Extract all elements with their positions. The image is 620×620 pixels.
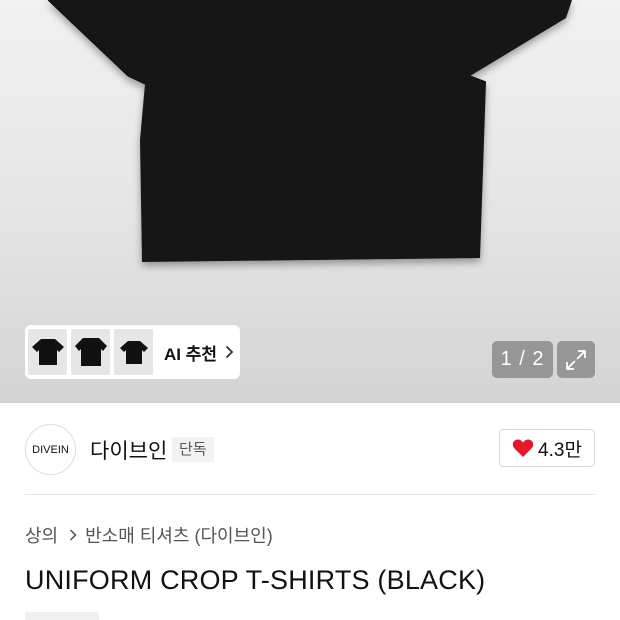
brand-row: DIVEIN 다이브인 단독 4.3만 xyxy=(0,403,620,495)
heart-icon xyxy=(512,439,534,457)
ai-recommend-strip[interactable]: AI 추천 xyxy=(25,325,240,379)
breadcrumb-subcategory[interactable]: 반소매 티셔츠 (다이브인) xyxy=(85,522,273,548)
breadcrumb: 상의 반소매 티셔츠 (다이브인) xyxy=(25,522,273,548)
breadcrumb-category[interactable]: 상의 xyxy=(25,522,58,548)
expand-image-button[interactable] xyxy=(557,341,595,378)
expand-icon xyxy=(566,349,586,370)
ai-recommend-label[interactable]: AI 추천 xyxy=(164,340,217,365)
thumbnail-2[interactable] xyxy=(71,329,110,375)
brand-name[interactable]: 다이브인 xyxy=(90,435,167,465)
image-page-indicator: 1 / 2 xyxy=(492,341,553,378)
like-button[interactable]: 4.3만 xyxy=(499,429,595,467)
thumbnail-3[interactable] xyxy=(114,329,153,375)
exclusive-badge: 단독 xyxy=(172,437,214,462)
brand-logo[interactable]: DIVEIN xyxy=(25,424,76,475)
product-title: UNIFORM CROP T-SHIRTS (BLACK) xyxy=(25,565,486,595)
product-tag xyxy=(25,612,99,620)
chevron-right-icon xyxy=(69,529,77,541)
like-count: 4.3만 xyxy=(538,439,582,461)
thumbnail-1[interactable] xyxy=(28,329,67,375)
chevron-right-icon[interactable] xyxy=(225,345,234,359)
divider xyxy=(25,494,595,495)
product-image-gallery[interactable]: AI 추천 1 / 2 xyxy=(0,0,620,403)
